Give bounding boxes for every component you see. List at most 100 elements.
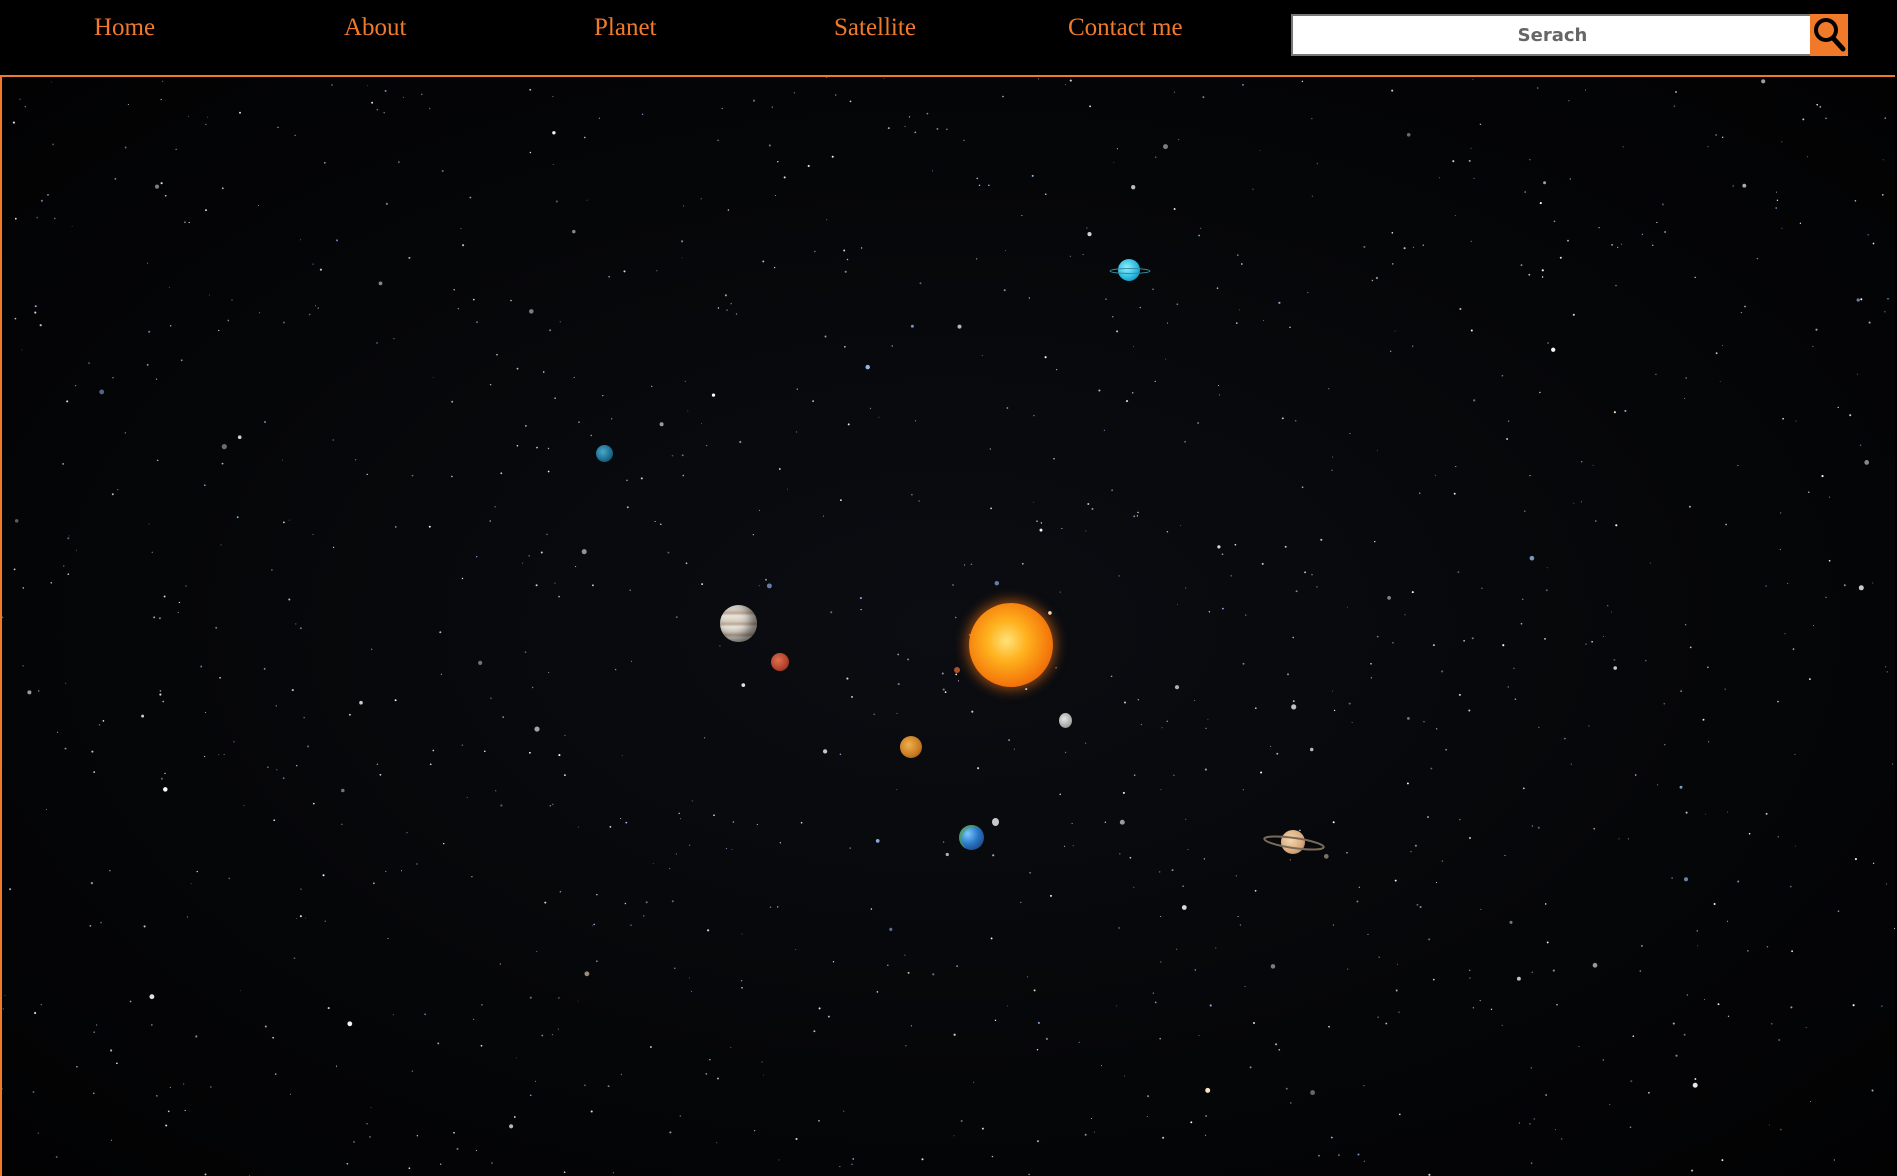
star (812, 400, 814, 402)
star (1004, 250, 1006, 251)
star (1136, 515, 1139, 517)
star (1218, 394, 1220, 396)
star (93, 1031, 95, 1033)
star (1463, 640, 1465, 642)
star (1032, 501, 1034, 503)
star (456, 1147, 459, 1150)
nav-link-about[interactable]: About (344, 14, 407, 42)
star (274, 1073, 277, 1075)
star (1089, 105, 1092, 108)
star (1131, 185, 1136, 190)
star (219, 676, 221, 679)
star (1766, 946, 1769, 948)
star (554, 582, 556, 584)
star (169, 1086, 171, 1088)
nav-link-satellite[interactable]: Satellite (834, 14, 916, 42)
mercury-image[interactable] (954, 667, 960, 673)
star (1860, 298, 1863, 301)
star (1392, 263, 1394, 265)
star (52, 143, 54, 146)
star (1349, 432, 1351, 434)
star (1664, 744, 1666, 746)
search-button[interactable] (1810, 14, 1848, 56)
star (814, 250, 816, 253)
star (795, 1137, 798, 1141)
small-grey-body-image[interactable] (1059, 713, 1072, 728)
nav-link-home[interactable]: Home (94, 14, 155, 42)
star (324, 920, 327, 922)
star (851, 695, 853, 698)
star (957, 680, 960, 682)
earth-image[interactable] (959, 825, 984, 850)
star (300, 888, 302, 890)
star (577, 826, 579, 828)
star (1376, 635, 1379, 638)
star (93, 1092, 95, 1095)
nav-link-planet[interactable]: Planet (594, 14, 657, 42)
star (359, 700, 363, 705)
star (180, 359, 183, 362)
star (1391, 232, 1394, 234)
star (160, 98, 162, 101)
star (1416, 903, 1419, 906)
star (183, 1083, 185, 1085)
star (1311, 195, 1313, 197)
star (1568, 100, 1570, 102)
star (1370, 663, 1372, 665)
neptune-image[interactable] (596, 445, 613, 462)
mars-image[interactable] (771, 653, 789, 671)
star (904, 954, 906, 956)
star (688, 977, 690, 979)
star (27, 690, 32, 695)
star (831, 155, 834, 158)
star (1886, 883, 1888, 885)
star (1740, 311, 1743, 314)
star (1691, 1169, 1694, 1172)
star (1724, 688, 1726, 690)
star (1727, 811, 1729, 813)
star (1719, 380, 1721, 382)
star (651, 385, 653, 387)
star (612, 1172, 615, 1174)
star (551, 1034, 554, 1036)
star (952, 584, 954, 586)
star (385, 870, 387, 873)
star (1629, 1126, 1632, 1129)
star (964, 564, 965, 566)
star (771, 106, 773, 108)
star (1617, 246, 1619, 249)
moon-image[interactable] (992, 818, 999, 826)
sun-image[interactable] (969, 603, 1053, 687)
star (619, 817, 622, 820)
search-input[interactable] (1291, 14, 1814, 56)
star (36, 216, 39, 219)
venus-image[interactable] (900, 736, 922, 758)
star (777, 906, 779, 908)
star (807, 164, 810, 168)
star (1311, 117, 1313, 120)
star (264, 1025, 267, 1028)
star (843, 249, 846, 252)
star (669, 1131, 672, 1134)
jupiter-image[interactable] (720, 605, 757, 642)
star (522, 562, 524, 564)
star (188, 222, 190, 224)
star (12, 121, 15, 124)
star (1471, 637, 1474, 640)
star (1374, 540, 1376, 543)
star (45, 808, 48, 810)
star (1133, 886, 1135, 888)
star (1133, 774, 1136, 776)
star (1147, 1095, 1150, 1098)
star (53, 217, 56, 220)
solar-system-stage (0, 75, 1895, 1176)
star (1116, 330, 1119, 333)
star (395, 526, 397, 528)
star (411, 1070, 414, 1072)
star (1428, 938, 1431, 941)
star (204, 209, 208, 212)
star (160, 777, 163, 780)
nav-link-contact[interactable]: Contact me (1068, 14, 1183, 42)
star (1111, 489, 1113, 492)
star (1396, 963, 1399, 965)
